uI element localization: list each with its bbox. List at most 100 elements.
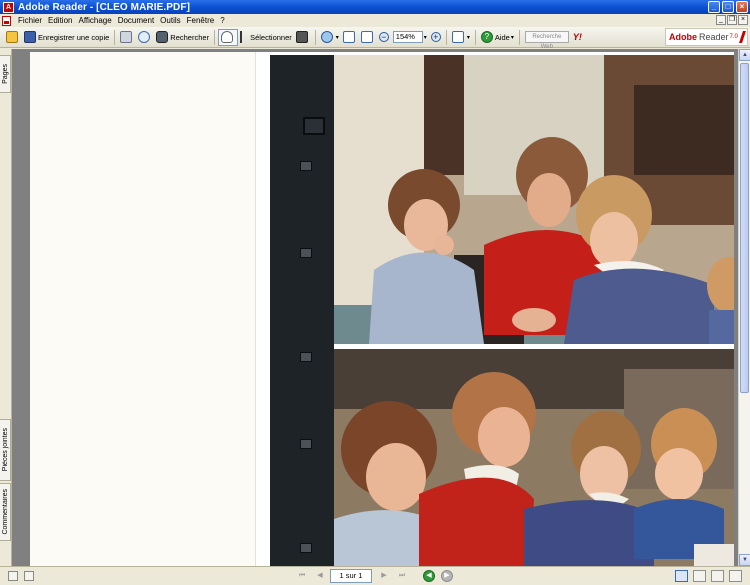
title-bar: A Adobe Reader - [CLEO MARIE.PDF] _ □ × [0, 0, 750, 14]
menu-edition[interactable]: Edition [45, 16, 75, 25]
rotate-view-button[interactable]: ▾ [450, 29, 472, 46]
menu-outils[interactable]: Outils [157, 16, 183, 25]
pdf-document-icon[interactable] [2, 15, 11, 26]
scroll-down-button[interactable]: ▼ [739, 554, 750, 566]
toolbar-separator [114, 29, 116, 45]
fit-width-button[interactable] [359, 29, 377, 46]
yahoo-icon: Y! [572, 32, 582, 42]
film-sprocket [300, 543, 312, 553]
dropdown-arrow-icon: ▾ [335, 34, 339, 41]
select-label: Sélectionner [250, 32, 292, 42]
yahoo-button[interactable]: Y! [571, 29, 584, 46]
document-view[interactable] [12, 49, 738, 566]
window-title: Adobe Reader - [CLEO MARIE.PDF] [18, 1, 190, 13]
page-number-field[interactable]: 1 sur 1 [330, 569, 372, 583]
fit-page-icon [342, 31, 355, 43]
zoom-dropdown-icon[interactable]: ▾ [424, 34, 427, 41]
photo-children-laughing [334, 349, 734, 566]
film-sprocket [300, 352, 312, 362]
toolbar-separator [214, 29, 216, 45]
search-label: Rechercher [170, 32, 210, 42]
menu-fenetre[interactable]: Fenêtre [184, 16, 218, 25]
rotate-icon [451, 31, 464, 43]
tab-attachments-label: Pièces jointes [1, 428, 9, 472]
adobe-reader-logo: Adobe Reader 7.0 [665, 28, 749, 46]
page-layout-info-icon[interactable] [8, 571, 18, 581]
close-button[interactable]: × [736, 1, 748, 13]
email-icon [138, 31, 151, 43]
continuous-layout-button[interactable] [693, 570, 706, 582]
tab-comments[interactable]: Commentaires [0, 483, 11, 541]
vertical-scrollbar[interactable]: ▲ ▼ [738, 49, 750, 566]
toolbar-separator [445, 29, 447, 45]
doc-close-button[interactable]: × [738, 15, 748, 25]
tab-pages-label: Pages [1, 64, 9, 84]
zoom-out-button[interactable]: − [377, 29, 391, 46]
photo-children-at-table [334, 55, 734, 344]
first-page-button[interactable]: ⏮ [296, 570, 308, 582]
page-margin [256, 52, 270, 566]
menu-fichier[interactable]: Fichier [15, 16, 45, 25]
scroll-up-button[interactable]: ▲ [739, 49, 750, 61]
tab-pages[interactable]: Pages [0, 55, 11, 93]
hand-tool-button[interactable] [218, 28, 239, 46]
status-bar: ⏮ ◀ 1 sur 1 ▶ ⏭ ◀ ▶ [0, 566, 750, 585]
previous-view-button[interactable]: ◀ [423, 570, 435, 582]
menu-affichage[interactable]: Affichage [75, 16, 114, 25]
zoom-out-icon: − [378, 32, 389, 42]
web-search[interactable]: Recherche Web [523, 29, 571, 50]
zoom-level[interactable]: 154% ▾ [391, 29, 429, 46]
search-button[interactable]: Rechercher [154, 29, 211, 46]
email-button[interactable] [136, 29, 154, 46]
magnifier-icon [320, 31, 333, 43]
save-copy-button[interactable]: Enregistrer une copie [22, 29, 111, 46]
facing-layout-button[interactable] [711, 570, 724, 582]
minimize-button[interactable]: _ [708, 1, 720, 13]
camera-icon [295, 31, 308, 43]
zoom-in-icon: + [430, 32, 441, 42]
last-page-button[interactable]: ⏭ [396, 570, 408, 582]
open-folder-icon [6, 31, 18, 43]
film-sprocket [300, 439, 312, 449]
film-strip [270, 55, 334, 566]
photo-image-2 [334, 349, 734, 566]
page-size-icon[interactable] [24, 571, 34, 581]
doc-minimize-button[interactable]: _ [716, 15, 726, 25]
next-page-button[interactable]: ▶ [378, 570, 390, 582]
previous-page-button[interactable]: ◀ [314, 570, 326, 582]
print-button[interactable] [118, 29, 136, 46]
fit-page-button[interactable] [341, 29, 359, 46]
doc-restore-button[interactable]: ❐ [727, 15, 737, 25]
toolbar-separator [474, 29, 476, 45]
save-disk-icon [24, 31, 36, 43]
dropdown-arrow-icon: ▾ [466, 34, 470, 41]
zoom-in-button[interactable]: + [429, 29, 443, 46]
toolbar: Enregistrer une copie Rechercher Sélecti… [0, 27, 750, 50]
menu-document[interactable]: Document [115, 16, 157, 25]
toolbar-separator [314, 29, 316, 45]
maximize-button[interactable]: □ [722, 1, 734, 13]
tab-attachments[interactable]: Pièces jointes [0, 419, 11, 481]
brand-reader: Reader [699, 32, 729, 42]
next-view-button[interactable]: ▶ [441, 570, 453, 582]
fit-width-icon [360, 31, 373, 43]
blank-page-region [30, 52, 256, 566]
help-icon: ? [480, 31, 493, 43]
zoom-tool-button[interactable]: ▾ [319, 29, 341, 46]
single-page-layout-button[interactable] [675, 570, 688, 582]
continuous-facing-layout-button[interactable] [729, 570, 742, 582]
brand-version: 7.0 [729, 34, 738, 40]
web-search-input[interactable]: Recherche Web [524, 31, 569, 50]
open-button[interactable] [4, 29, 22, 46]
menu-bar: Fichier Edition Affichage Document Outil… [0, 14, 750, 27]
film-sprocket [303, 117, 325, 135]
save-copy-label: Enregistrer une copie [38, 32, 110, 42]
snapshot-button[interactable] [294, 29, 312, 46]
scroll-thumb[interactable] [740, 63, 749, 393]
tab-comments-label: Commentaires [1, 489, 9, 535]
menu-help[interactable]: ? [217, 16, 227, 25]
zoom-input[interactable]: 154% [392, 31, 423, 43]
help-button[interactable]: ? Aide ▾ [479, 29, 516, 46]
printer-icon [120, 31, 133, 43]
select-tool-button[interactable]: Sélectionner [238, 29, 294, 46]
